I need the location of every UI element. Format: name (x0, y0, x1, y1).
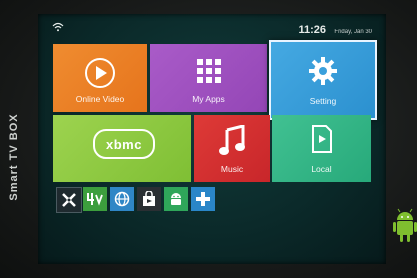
tile-label: My Apps (192, 94, 225, 104)
media-4k-icon (87, 193, 103, 206)
tile-my-apps[interactable]: My Apps (150, 44, 267, 112)
xbmc-logo: XBMC (93, 129, 155, 159)
tile-music[interactable]: Music (194, 115, 270, 182)
shop-bag-icon (143, 191, 155, 206)
tile-xbmc[interactable]: XBMC (53, 115, 191, 182)
music-note-icon (219, 125, 245, 155)
dock-browser[interactable] (110, 187, 134, 211)
tools-icon (62, 193, 76, 207)
add-icon (196, 192, 210, 206)
xbmc-logo-text: XBMC (106, 136, 142, 152)
dock-shop[interactable] (137, 187, 161, 211)
tile-label: Online Video (75, 94, 125, 104)
tile-online-video[interactable]: Online Video (53, 44, 147, 112)
dock-add[interactable] (191, 187, 215, 211)
brand-label: Smart TV BOX (8, 113, 20, 201)
browser-globe-icon (114, 191, 130, 207)
clock-date: Friday, Jan 30 (334, 29, 372, 35)
dock-tools[interactable] (56, 187, 82, 213)
local-file-icon (311, 125, 332, 153)
dock-android-app[interactable] (164, 187, 188, 211)
tile-label: Local (311, 164, 332, 174)
tile-label: Setting (309, 96, 337, 106)
status-clock: 11:26 Friday, Jan 30 (298, 20, 372, 38)
tile-setting[interactable]: Setting (269, 40, 377, 120)
dock-media-4k[interactable] (83, 187, 107, 211)
app-grid-icon (196, 59, 221, 83)
android-mascot-icon (393, 208, 417, 242)
launcher-screen: 11:26 Friday, Jan 30 Online Video My App… (38, 14, 386, 264)
play-icon (85, 58, 115, 88)
android-app-icon (171, 193, 181, 205)
tile-label: Music (220, 164, 244, 174)
tile-local[interactable]: Local (272, 115, 371, 182)
gear-icon (309, 57, 337, 85)
wifi-icon (52, 22, 64, 32)
clock-time: 11:26 (298, 24, 326, 36)
